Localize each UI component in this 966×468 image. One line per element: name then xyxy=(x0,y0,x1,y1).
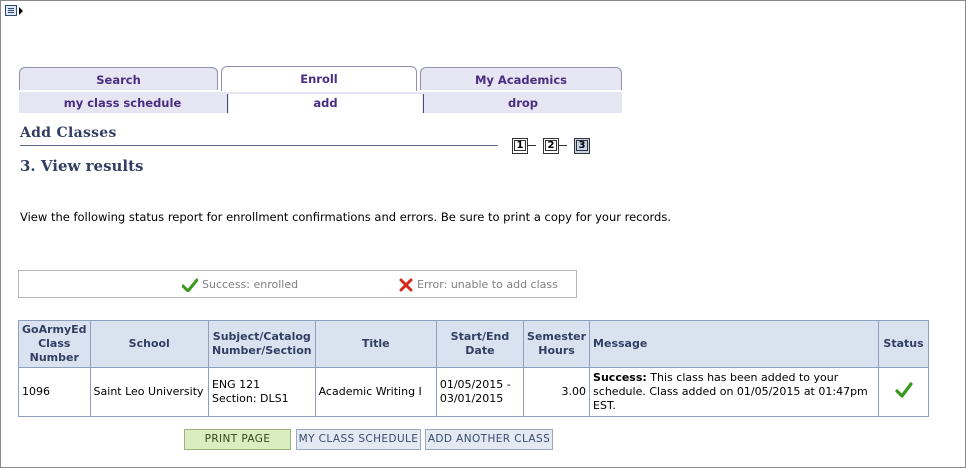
step-connector xyxy=(559,145,567,146)
error-x-icon xyxy=(399,278,413,292)
step-indicator-3: 3 xyxy=(574,138,590,154)
col-status[interactable]: Status xyxy=(878,320,929,368)
cell-class-number: 1096 xyxy=(18,367,91,417)
cell-school: Saint Leo University xyxy=(89,367,209,417)
tab-enroll[interactable]: Enroll xyxy=(221,66,417,91)
subtab-divider xyxy=(227,94,228,113)
instructions-text: View the following status report for enr… xyxy=(20,210,672,224)
legend-error-label: Error: unable to add class xyxy=(417,278,558,291)
cell-message: Success: This class has been added to yo… xyxy=(589,367,880,417)
tab-my-academics[interactable]: My Academics xyxy=(420,67,622,90)
subtab-my-class-schedule[interactable]: my class schedule xyxy=(20,94,225,113)
subtab-drop[interactable]: drop xyxy=(425,94,621,113)
col-class-number[interactable]: GoArmyEd Class Number xyxy=(18,320,91,368)
cell-title: Academic Writing I xyxy=(314,367,437,417)
status-legend: Success: enrolled Error: unable to add c… xyxy=(18,270,577,298)
table-header-row: GoArmyEd Class Number School Subject/Cat… xyxy=(18,320,929,368)
subtab-add[interactable]: add xyxy=(229,94,422,113)
cell-status xyxy=(878,367,929,417)
step-indicator-1: 1 xyxy=(512,138,528,154)
step-connector xyxy=(528,145,536,146)
add-another-class-button[interactable]: ADD ANOTHER CLASS xyxy=(425,429,553,450)
cell-hours: 3.00 xyxy=(523,367,591,417)
subtab-divider xyxy=(423,94,424,113)
step-title: 3. View results xyxy=(20,157,144,175)
page-menu-icon[interactable] xyxy=(5,5,17,16)
checkmark-icon xyxy=(894,382,913,398)
col-message[interactable]: Message xyxy=(589,320,880,368)
checkmark-icon xyxy=(181,278,199,293)
cell-subject: ENG 121 Section: DLS1 xyxy=(207,367,316,417)
col-subject-catalog[interactable]: Subject/Catalog Number/Section xyxy=(207,320,316,368)
cell-dates: 01/05/2015 - 03/01/2015 xyxy=(435,367,525,417)
print-page-button[interactable]: PRINT PAGE xyxy=(184,429,291,450)
col-school[interactable]: School xyxy=(89,320,209,368)
page-title: Add Classes xyxy=(20,125,117,141)
legend-success: Success: enrolled xyxy=(181,278,299,293)
table-row: 1096 Saint Leo University ENG 121 Sectio… xyxy=(18,367,929,417)
my-class-schedule-button[interactable]: MY CLASS SCHEDULE xyxy=(296,429,421,450)
tab-search[interactable]: Search xyxy=(19,67,218,90)
legend-success-label: Success: enrolled xyxy=(202,278,299,291)
col-semester-hours[interactable]: Semester Hours xyxy=(523,320,591,368)
expand-arrow-icon[interactable] xyxy=(19,7,23,15)
col-start-end-date[interactable]: Start/End Date xyxy=(435,320,525,368)
results-table: GoArmyEd Class Number School Subject/Cat… xyxy=(18,320,929,417)
title-divider xyxy=(20,145,498,146)
col-title[interactable]: Title xyxy=(314,320,437,368)
step-indicator-2: 2 xyxy=(543,138,559,154)
legend-error: Error: unable to add class xyxy=(399,278,558,292)
